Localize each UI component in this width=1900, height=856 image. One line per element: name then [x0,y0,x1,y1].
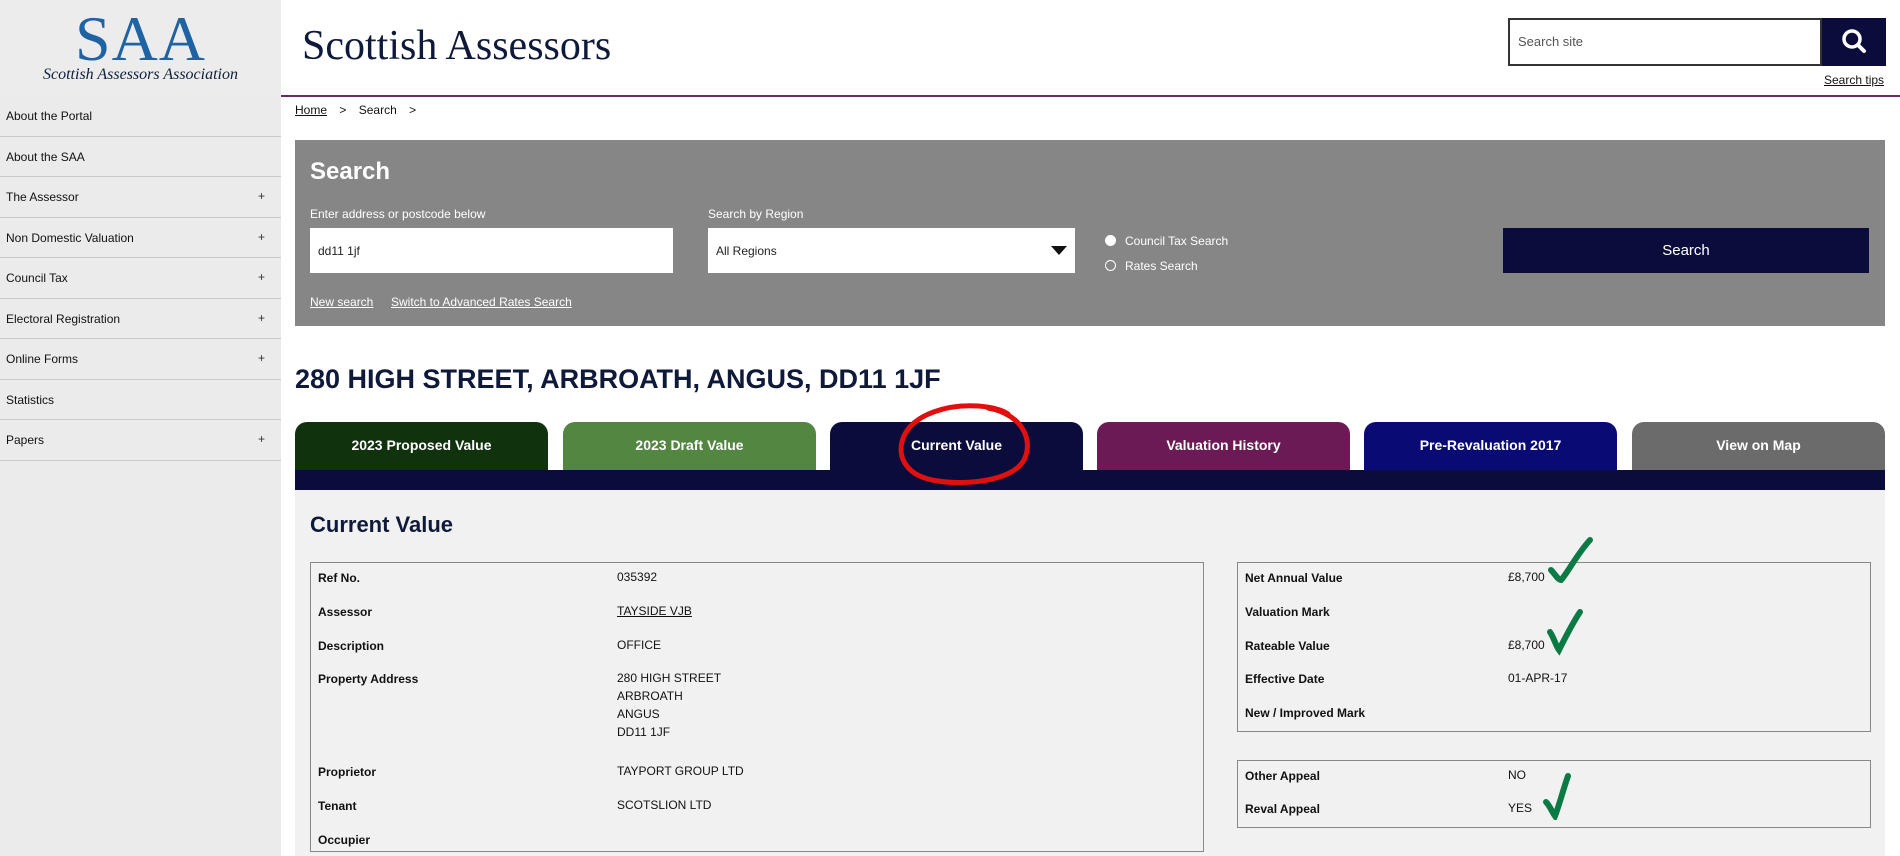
region-label: Search by Region [708,207,804,221]
sidebar-item-the-assessor[interactable]: The Assessor + [0,177,281,218]
tab-2023-draft-value[interactable]: 2023 Draft Value [563,422,816,470]
sidebar-item-papers[interactable]: Papers + [0,420,281,461]
site-search-input[interactable]: Search site [1508,18,1822,66]
region-select[interactable]: All Regions [708,228,1075,273]
search-icon [1842,29,1866,53]
property-address-heading: 280 HIGH STREET, ARBROATH, ANGUS, DD11 1… [295,364,941,394]
net-annual-value-label: Net Annual Value [1245,571,1343,585]
current-value-heading: Current Value [310,512,454,537]
logo-subtitle: Scottish Assessors Association [43,66,238,83]
tenant-label: Tenant [318,799,357,813]
expand-icon[interactable]: + [258,351,265,365]
council-tax-radio-label: Council Tax Search [1125,234,1229,248]
effective-date-value: 01-APR-17 [1508,671,1568,685]
other-appeal-value: NO [1508,768,1526,782]
tab-2023-proposed-value[interactable]: 2023 Proposed Value [295,422,548,470]
radio-unselected-icon [1105,260,1116,271]
sidebar-item-non-domestic-valuation[interactable]: Non Domestic Valuation + [0,218,281,258]
sidebar-item-label: Council Tax [6,271,68,285]
council-tax-radio[interactable]: Council Tax Search [1105,234,1228,248]
tenant-value: SCOTSLION LTD [617,798,712,812]
reval-appeal-value: YES [1508,801,1533,815]
logo-acronym: SAA [74,3,207,74]
green-checkmark-icon [1543,773,1571,820]
sidebar-item-electoral-registration[interactable]: Electoral Registration + [0,299,281,339]
search-panel: Search Enter address or postcode below S… [295,140,1885,326]
reval-appeal-label: Reval Appeal [1245,802,1320,816]
description-label: Description [318,639,385,653]
search-button[interactable]: Search [1503,228,1869,273]
sidebar-item-label: About the Portal [6,109,93,123]
assessor-link[interactable]: TAYSIDE VJB [617,602,692,620]
proprietor-value: TAYPORT GROUP LTD [617,764,744,778]
new-search-link[interactable]: New search [310,295,373,309]
breadcrumb-separator: > [409,103,417,117]
page: { "logo": { "acronym": "SAA", "subtitle"… [0,0,1900,856]
red-circle-annotation [898,403,1030,486]
valuation-mark-label: Valuation Mark [1245,605,1330,619]
new-improved-mark-label: New / Improved Mark [1245,706,1366,720]
sidebar-item-about-portal[interactable]: About the Portal [0,96,281,137]
radio-selected-icon [1105,235,1116,246]
search-heading: Search [310,158,391,185]
rateable-value: £8,700 [1508,638,1545,652]
address-line: 280 HIGH STREET [617,671,722,685]
sidebar-item-online-forms[interactable]: Online Forms + [0,339,281,380]
property-details-box: Ref No. 035392 Assessor TAYSIDE VJB Desc… [310,562,1204,852]
expand-icon[interactable]: + [258,432,265,446]
breadcrumb: Home > Search > [295,103,425,117]
sidebar-item-about-saa[interactable]: About the SAA [0,137,281,177]
property-address-label: Property Address [318,672,419,686]
site-title: Scottish Assessors [302,23,612,69]
sidebar-item-council-tax[interactable]: Council Tax + [0,258,281,299]
green-checkmark-icon [1547,609,1583,656]
sidebar-item-label: Statistics [6,392,55,407]
rateable-value-label: Rateable Value [1245,639,1330,653]
net-annual-value: £8,700 [1508,570,1545,584]
sidebar-item-label: About the SAA [6,149,85,164]
sidebar-item-label: Non Domestic Valuation [6,230,134,245]
header-divider [281,95,1900,97]
proprietor-label: Proprietor [318,765,377,779]
expand-icon[interactable]: + [258,270,265,284]
expand-icon[interactable]: + [258,189,265,203]
saa-logo[interactable]: SAA Scottish Assessors Association [0,0,281,96]
sidebar-item-label: Papers [6,433,45,447]
ref-no-label: Ref No. [318,571,360,585]
site-search-button[interactable] [1822,18,1886,66]
current-value-panel: Current Value Ref No. 035392 Assessor TA… [295,490,1885,856]
address-line: DD11 1JF [617,725,671,739]
effective-date-label: Effective Date [1245,672,1325,686]
breadcrumb-current: Search [358,103,397,117]
sidebar-item-statistics[interactable]: Statistics [0,380,281,420]
sidebar-item-label: The Assessor [6,190,79,204]
rates-radio-label: Rates Search [1125,259,1198,273]
advanced-rates-search-link[interactable]: Switch to Advanced Rates Search [391,295,572,309]
sidebar-item-label: Online Forms [6,352,79,366]
sidebar-nav: About the Portal About the SAA The Asses… [0,96,281,856]
description-value: OFFICE [617,638,661,652]
tab-bar [295,470,1885,490]
address-line: ANGUS [617,707,660,721]
tab-valuation-history[interactable]: Valuation History [1097,422,1350,470]
tab-view-on-map[interactable]: View on Map [1632,422,1885,470]
address-label: Enter address or postcode below [310,207,486,221]
breadcrumb-separator: > [339,103,347,117]
ref-no-value: 035392 [617,570,658,584]
address-search-input[interactable]: dd11 1jf [310,228,673,273]
expand-icon[interactable]: + [258,230,265,244]
assessor-label: Assessor [318,605,373,619]
chevron-down-icon [1051,246,1067,255]
occupier-label: Occupier [318,833,371,847]
sidebar-item-label: Electoral Registration [6,311,121,326]
region-select-value: All Regions [716,244,777,258]
rates-radio[interactable]: Rates Search [1105,259,1198,273]
address-line: ARBROATH [617,689,683,703]
breadcrumb-home-link[interactable]: Home [295,103,327,117]
other-appeal-label: Other Appeal [1245,769,1320,783]
search-tips-link[interactable]: Search tips [1824,73,1884,87]
green-checkmark-icon [1548,537,1593,584]
tab-pre-revaluation-2017[interactable]: Pre-Revaluation 2017 [1364,422,1617,470]
expand-icon[interactable]: + [258,311,265,325]
